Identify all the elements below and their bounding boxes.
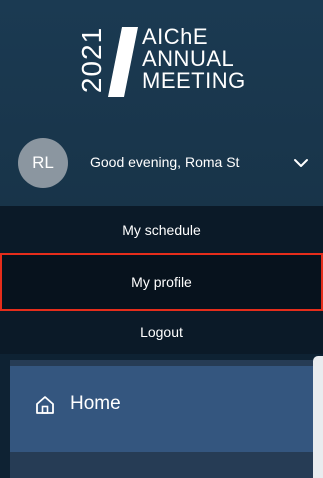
menu-item-my-profile[interactable]: My profile [0,253,323,311]
avatar-initials: RL [32,153,54,172]
aiche-annual-meeting-logo: 2021 AIChE ANNUAL MEETING [76,23,278,103]
menu-item-logout[interactable]: Logout [0,310,323,354]
menu-item-label: Logout [140,324,183,340]
logo-slash-graphic [108,27,138,97]
user-greeting: Good evening, Roma St [90,154,240,170]
avatar: RL [18,138,68,188]
nav-item-label: Home [70,393,121,414]
logo-line-2: ANNUAL [142,46,235,71]
sidebar-header: 2021 AIChE ANNUAL MEETING RL Good evenin… [0,0,323,206]
menu-item-label: My schedule [122,222,201,238]
logo-wordmark: AIChE ANNUAL MEETING [142,26,246,92]
user-dropdown-menu: My schedule My profile Logout [0,206,323,354]
chevron-down-icon[interactable] [292,154,310,172]
logo-line-1: AIChE [142,24,209,49]
menu-item-my-schedule[interactable]: My schedule [0,208,323,252]
home-icon [36,396,54,414]
nav-item-home[interactable]: Home [10,366,313,452]
logo-year: 2021 [76,26,107,94]
logo-line-3: MEETING [142,68,246,93]
menu-item-label: My profile [131,274,192,290]
scrollbar[interactable] [313,356,323,478]
user-menu-toggle[interactable]: RL Good evening, Roma St [0,136,323,194]
